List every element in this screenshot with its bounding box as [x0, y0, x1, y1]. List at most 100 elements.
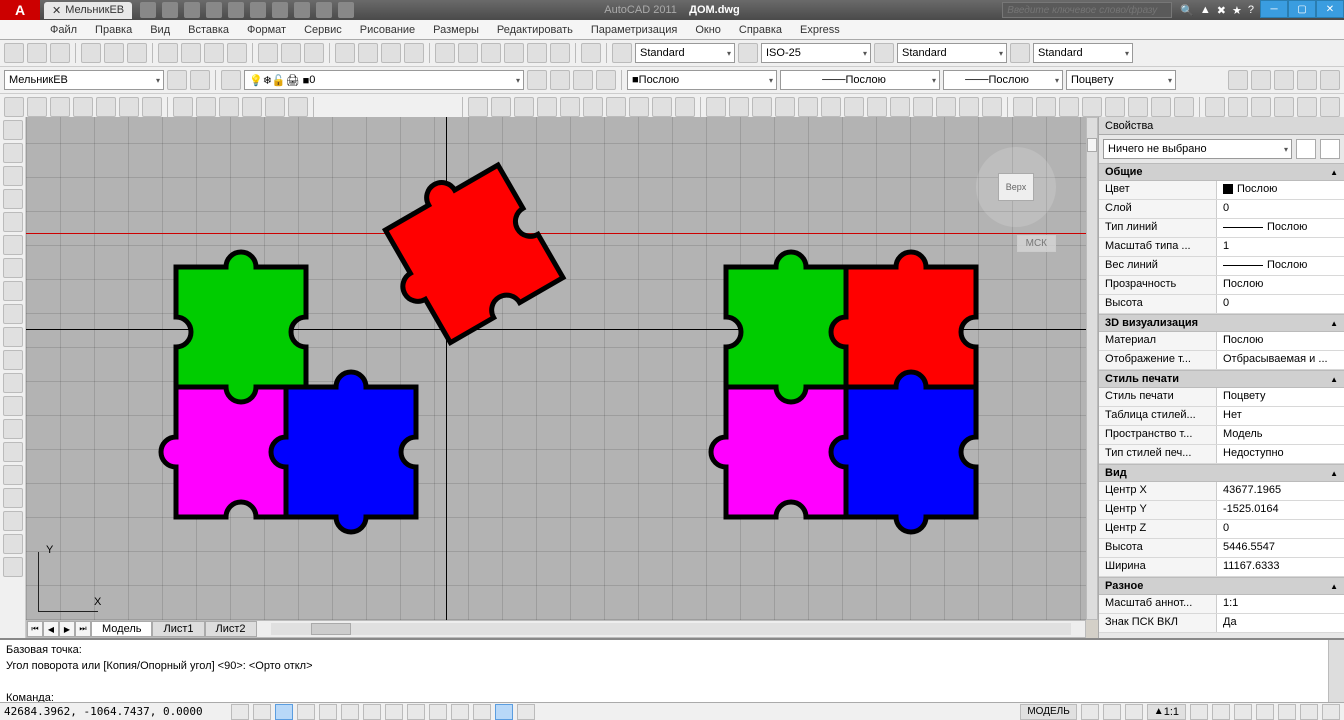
menu-dimension[interactable]: Размеры [433, 24, 479, 36]
menu-view[interactable]: Вид [150, 24, 170, 36]
menu-tools[interactable]: Сервис [304, 24, 342, 36]
space-toggle[interactable]: МОДЕЛЬ [1020, 704, 1076, 720]
horizontal-scrollbar[interactable] [271, 623, 1071, 635]
am-toggle[interactable] [517, 704, 535, 720]
pline-icon[interactable] [3, 166, 23, 186]
sphere-icon[interactable] [73, 97, 93, 117]
ellipsearc-icon[interactable] [3, 350, 23, 370]
search-box[interactable] [1002, 2, 1172, 18]
prop-annoscale-val[interactable]: 1:1 [1217, 595, 1344, 613]
pan-icon[interactable] [335, 43, 355, 63]
favorite-icon[interactable]: ★ [1232, 4, 1242, 17]
isolate-icon[interactable] [1300, 704, 1318, 720]
region-icon[interactable] [3, 488, 23, 508]
dim9-icon[interactable] [890, 97, 910, 117]
wedge-icon[interactable] [27, 97, 47, 117]
layerfrz-icon[interactable] [573, 70, 593, 90]
calc-icon[interactable] [550, 43, 570, 63]
prop-color-val[interactable]: Послою [1217, 181, 1344, 199]
qat-print-icon[interactable] [250, 2, 266, 18]
m1-icon[interactable] [1013, 97, 1033, 117]
tpalette-icon[interactable] [481, 43, 501, 63]
tablestyle-combo[interactable]: Standard [897, 43, 1007, 63]
polysolid-icon[interactable] [173, 97, 193, 117]
lineweight-combo[interactable]: ─── Послою [943, 70, 1063, 90]
hardware-accel-icon[interactable] [1278, 704, 1296, 720]
dim10-icon[interactable] [913, 97, 933, 117]
markup-icon[interactable] [527, 43, 547, 63]
tablestyle-icon[interactable] [874, 43, 894, 63]
qat-save-icon[interactable] [184, 2, 200, 18]
layerprops-icon[interactable] [221, 70, 241, 90]
d4-icon[interactable] [537, 97, 557, 117]
pyramid-icon[interactable] [142, 97, 162, 117]
paste-icon[interactable] [204, 43, 224, 63]
textstyle-icon[interactable] [612, 43, 632, 63]
qat-redo-icon[interactable] [228, 2, 244, 18]
otrack-toggle[interactable] [363, 704, 381, 720]
user-combo[interactable]: МельникЕВ [4, 70, 164, 90]
dim1-icon[interactable] [706, 97, 726, 117]
m5-icon[interactable] [1105, 97, 1125, 117]
prop-plotstyle-val[interactable]: Поцвету [1217, 388, 1344, 406]
qat-plot-icon[interactable] [272, 2, 288, 18]
coordinate-display[interactable]: 42684.3962, -1064.7437, 0.0000 [4, 705, 203, 718]
box-icon[interactable] [4, 97, 24, 117]
table-icon[interactable] [3, 511, 23, 531]
props-icon[interactable] [435, 43, 455, 63]
publish-icon[interactable] [127, 43, 147, 63]
d6-icon[interactable] [583, 97, 603, 117]
circle-icon[interactable] [3, 258, 23, 278]
menu-express[interactable]: Express [800, 24, 840, 36]
plotstyle-combo[interactable]: Поцвету [1066, 70, 1176, 90]
dim2-icon[interactable] [729, 97, 749, 117]
d1-icon[interactable] [468, 97, 488, 117]
dim12-icon[interactable] [959, 97, 979, 117]
new-icon[interactable] [4, 43, 24, 63]
inq2-icon[interactable] [1228, 97, 1248, 117]
dim5-icon[interactable] [798, 97, 818, 117]
prop-centerx-val[interactable]: 43677.1965 [1217, 482, 1344, 500]
qat-open-icon[interactable] [162, 2, 178, 18]
maximize-button[interactable]: ▢ [1288, 0, 1316, 18]
sc-toggle[interactable] [495, 704, 513, 720]
addsel-icon[interactable] [3, 557, 23, 577]
m2-icon[interactable] [1036, 97, 1056, 117]
inq1-icon[interactable] [1205, 97, 1225, 117]
m8-icon[interactable] [1174, 97, 1194, 117]
osnap-toggle[interactable] [319, 704, 337, 720]
save-icon[interactable] [50, 43, 70, 63]
ducs-toggle[interactable] [385, 704, 403, 720]
cone-icon[interactable] [50, 97, 70, 117]
quickselect-icon[interactable] [1296, 139, 1316, 159]
qv-drawings-icon[interactable] [1125, 704, 1143, 720]
d7-icon[interactable] [606, 97, 626, 117]
menu-parametric[interactable]: Параметризация [591, 24, 677, 36]
polar-toggle[interactable] [297, 704, 315, 720]
d2-icon[interactable] [491, 97, 511, 117]
annoscale-display[interactable]: ▲ 1:1 [1147, 704, 1186, 720]
prop-viewheight-val[interactable]: 5446.5547 [1217, 539, 1344, 557]
menu-help[interactable]: Справка [739, 24, 782, 36]
exchange-icon[interactable]: ✖ [1217, 4, 1226, 17]
d3-icon[interactable] [514, 97, 534, 117]
inq6-icon[interactable] [1320, 97, 1340, 117]
inq4-icon[interactable] [1274, 97, 1294, 117]
viewcube-top[interactable]: Верх [998, 173, 1034, 201]
selectobj-icon[interactable] [1320, 139, 1340, 159]
zoom-rt-icon[interactable] [358, 43, 378, 63]
inq5-icon[interactable] [1297, 97, 1317, 117]
cut-icon[interactable] [158, 43, 178, 63]
menu-format[interactable]: Формат [247, 24, 286, 36]
group-plotstyle[interactable]: Стиль печати▲ [1099, 370, 1344, 388]
line-icon[interactable] [3, 120, 23, 140]
hatch-icon[interactable] [3, 442, 23, 462]
cmd-scrollbar[interactable] [1328, 640, 1344, 702]
prop-height-val[interactable]: 0 [1217, 295, 1344, 313]
prop-viewwidth-val[interactable]: 11167.6333 [1217, 558, 1344, 576]
prop-lineweight-val[interactable]: Послою [1217, 257, 1344, 275]
close-button[interactable]: ✕ [1316, 0, 1344, 18]
prop-layer-val[interactable]: 0 [1217, 200, 1344, 218]
group-misc[interactable]: Разное▲ [1099, 577, 1344, 595]
grid-toggle[interactable] [253, 704, 271, 720]
